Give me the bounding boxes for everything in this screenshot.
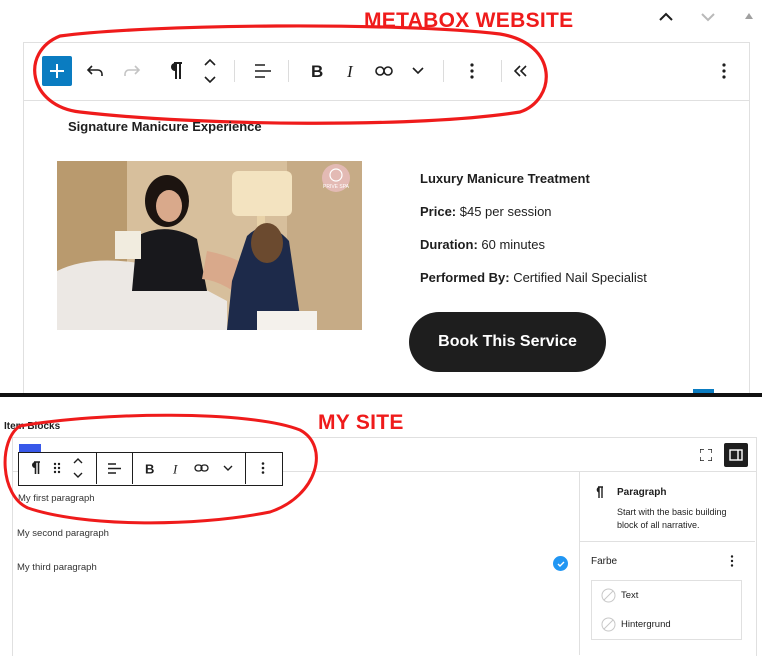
sidebar-block-name: Paragraph [617,487,667,498]
performer-line: Performed By: Certified Nail Specialist [420,270,647,285]
check-button[interactable] [553,556,568,571]
color-options-button[interactable] [725,553,739,569]
price-value: $45 per session [456,204,552,219]
sidebar-block-icon [594,486,606,500]
no-color-swatch-icon [601,588,616,603]
fullscreen-icon [700,449,712,461]
no-color-swatch-icon [601,617,616,632]
toggle-sidebar-button[interactable] [724,443,748,467]
sidebar-divider [579,472,580,655]
color-item-background-label: Hintergrund [621,619,671,630]
book-service-button[interactable]: Book This Service [409,312,606,372]
duration-line: Duration: 60 minutes [420,237,545,252]
price-line: Price: $45 per session [420,204,552,219]
section-title: Signature Manicure Experience [68,119,262,134]
color-item-text-label: Text [621,590,639,601]
sidebar-section-divider [580,541,755,542]
sidebar-icon [729,449,743,461]
duration-label: Duration: [420,237,478,252]
service-image: PRIVE SPA [57,161,362,330]
vertical-ellipsis-icon [730,555,734,567]
performer-label: Performed By: [420,270,510,285]
performer-value: Certified Nail Specialist [509,270,647,285]
paragraph-icon [596,486,603,498]
image-badge-text: PRIVE SPA [322,184,350,190]
color-item-text[interactable]: Text [591,580,742,611]
duration-value: 60 minutes [477,237,545,252]
annotation-ellipse-bottom [3,413,318,525]
check-icon [557,561,564,567]
service-title: Luxury Manicure Treatment [420,171,590,186]
paragraph-3[interactable]: My third paragraph [17,562,97,573]
book-service-label: Book This Service [438,333,577,350]
comparison-divider [0,393,762,397]
sidebar-block-description: Start with the basic building block of a… [617,507,727,530]
color-section-title: Farbe [591,556,618,567]
color-item-background[interactable]: Hintergrund [591,610,742,640]
annotation-ellipse-top [33,24,548,125]
price-label: Price: [420,204,457,219]
fullscreen-button[interactable] [697,446,715,464]
